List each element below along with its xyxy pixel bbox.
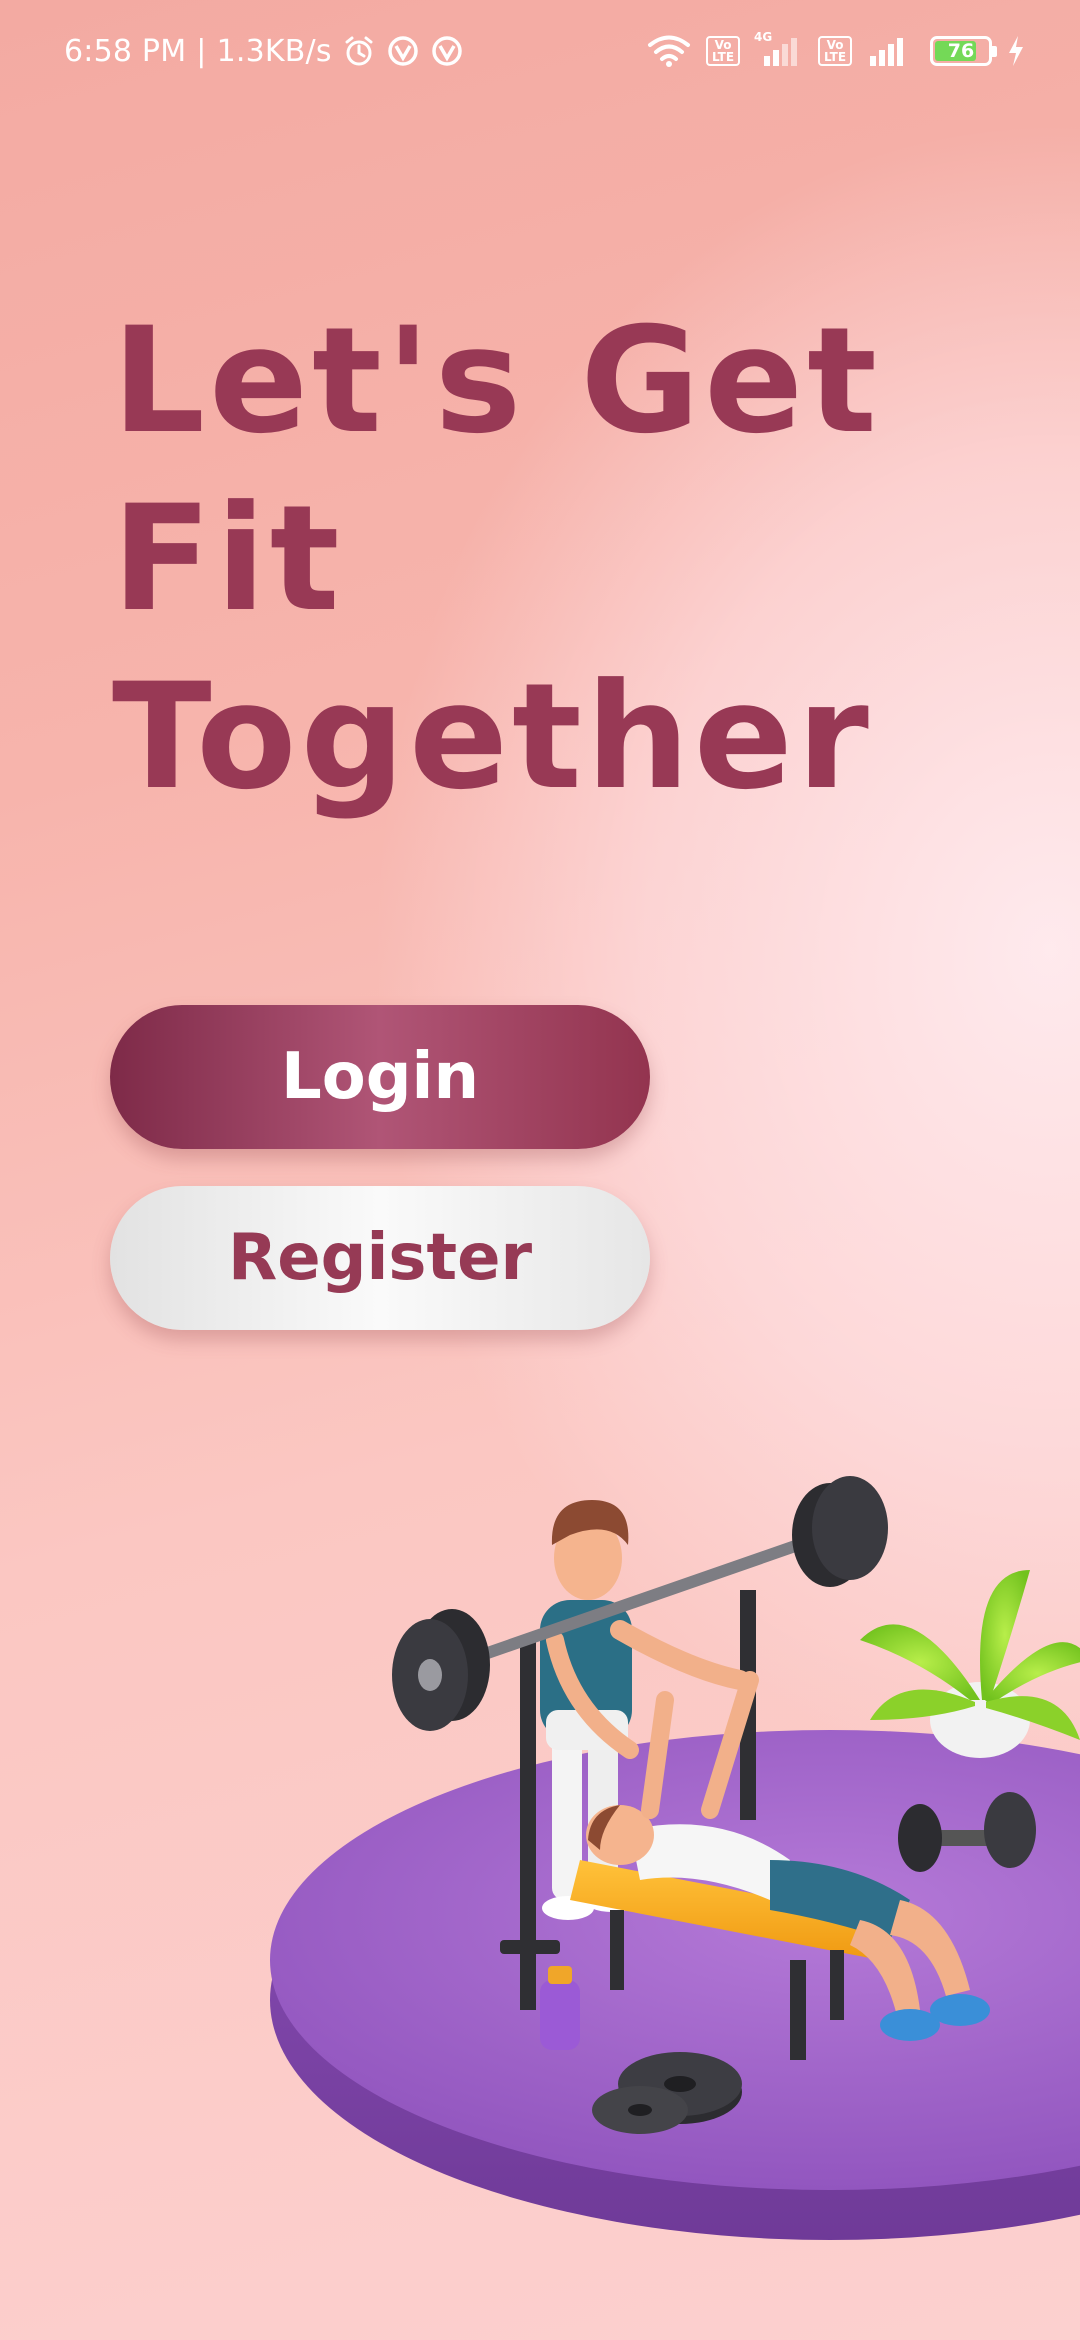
status-separator: | [196,33,207,69]
status-time: 6:58 PM [64,33,187,69]
bench-press-illustration [270,1340,1080,2240]
status-left: 6:58 PM | 1.3KB/s [64,28,464,74]
battery-icon: 76 [930,36,997,66]
plant-icon [860,1570,1080,1758]
volte-icon: Vo LTE [706,36,740,66]
network-speed: 1.3KB/s [216,33,332,69]
status-bar: 6:58 PM | 1.3KB/s Vo LTE 4G Vo LTE 76 [0,0,1080,100]
signal-icon: 4G [754,30,804,68]
battery-level: 76 [947,40,975,62]
signal-icon [866,34,910,68]
battery-tip [992,46,997,57]
charging-icon [1006,34,1026,68]
login-button[interactable]: Login [110,1005,650,1149]
register-button[interactable]: Register [110,1186,650,1330]
vpn-icon [430,34,464,68]
headline-line-2: Fit [112,474,344,644]
network-type: 4G [754,30,773,44]
vpn-icon [386,34,420,68]
alarm-icon [342,34,376,68]
volte-icon: Vo LTE [818,36,852,66]
barbell [392,1476,888,1731]
headline-line-1: Let's Get [112,296,881,466]
hero-headline: Let's Get Fit Together [112,296,912,842]
wifi-icon [646,34,692,68]
headline-line-3: Together [112,652,873,822]
status-right: Vo LTE 4G Vo LTE 76 [646,28,1026,74]
